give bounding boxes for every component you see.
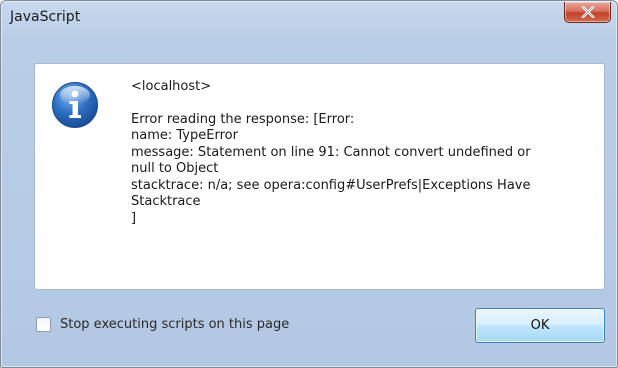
- message-line: message: Statement on line 91: Cannot co…: [131, 144, 531, 160]
- message-line: name: TypeError: [131, 128, 238, 143]
- close-icon: [581, 6, 594, 18]
- title-bar[interactable]: JavaScript: [1, 1, 617, 35]
- message-line: ]: [131, 210, 137, 226]
- message-line: stacktrace: n/a; see opera:config#UserPr…: [131, 177, 531, 193]
- stop-scripts-checkbox[interactable]: Stop executing scripts on this page: [36, 317, 289, 332]
- javascript-dialog: JavaScript <localhost> Error reading the…: [0, 0, 618, 368]
- checkbox-box[interactable]: [36, 317, 51, 332]
- error-message: <localhost> Error reading the response: …: [131, 79, 591, 227]
- close-button[interactable]: [564, 2, 611, 23]
- checkbox-label[interactable]: Stop executing scripts on this page: [60, 317, 289, 332]
- message-line: Stacktrace: [131, 194, 201, 209]
- window-title: JavaScript: [10, 9, 81, 25]
- message-origin: <localhost>: [131, 79, 212, 94]
- message-line: Error reading the response: [Error:: [131, 111, 355, 127]
- ok-button[interactable]: OK: [475, 308, 605, 343]
- message-line: null to Object: [131, 161, 219, 176]
- info-icon: [52, 82, 98, 128]
